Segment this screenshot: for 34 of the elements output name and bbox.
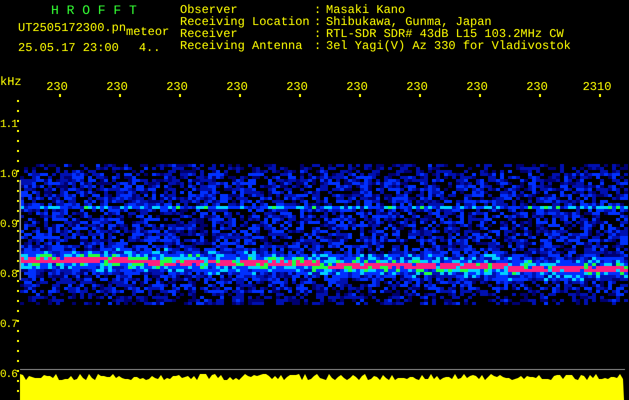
time-label: 230 — [286, 81, 308, 93]
time-label: 230 — [166, 81, 188, 93]
unit-label: kHz — [0, 76, 22, 88]
count-label: 4.. — [138, 42, 160, 54]
app-title: H R O F F T — [50, 2, 138, 18]
info-value: 3el Yagi(V) Az 330 for Vladivostok — [326, 40, 571, 52]
file-tag: meteor — [126, 26, 170, 38]
time-label: 230 — [346, 81, 368, 93]
file-name: UT2505172300.pn — [18, 22, 126, 34]
info-label: Receiving Antenna — [180, 40, 304, 52]
info-value: Masaki Kano — [326, 4, 406, 16]
info-label: Receiver — [180, 28, 238, 40]
time-label: 230 — [226, 81, 248, 93]
frequency-label: 1.0 — [0, 169, 17, 181]
separator: : — [314, 4, 322, 16]
date-time: 25.05.17 23:00 — [18, 42, 119, 54]
time-label: 230 — [466, 81, 488, 93]
time-label: 2310 — [582, 81, 612, 93]
separator: : — [314, 40, 322, 52]
frequency-label: 0.6 — [0, 369, 17, 381]
time-label: 230 — [526, 81, 548, 93]
frequency-label: 1.1 — [0, 119, 17, 131]
frequency-label: 0.7 — [0, 319, 17, 331]
time-label: 230 — [406, 81, 428, 93]
frequency-label: 0.9 — [0, 219, 17, 231]
time-label: 230 — [46, 81, 68, 93]
info-value: Shibukawa, Gunma, Japan — [326, 16, 492, 28]
time-label: 230 — [106, 81, 128, 93]
info-label: Receiving Location — [180, 16, 311, 28]
info-value: RTL-SDR SDR# 43dB L15 103.2MHz CW — [326, 28, 564, 40]
info-label: Observer — [180, 4, 238, 16]
frequency-label: 0.8 — [0, 269, 17, 281]
separator: : — [314, 16, 322, 28]
separator: : — [314, 28, 322, 40]
